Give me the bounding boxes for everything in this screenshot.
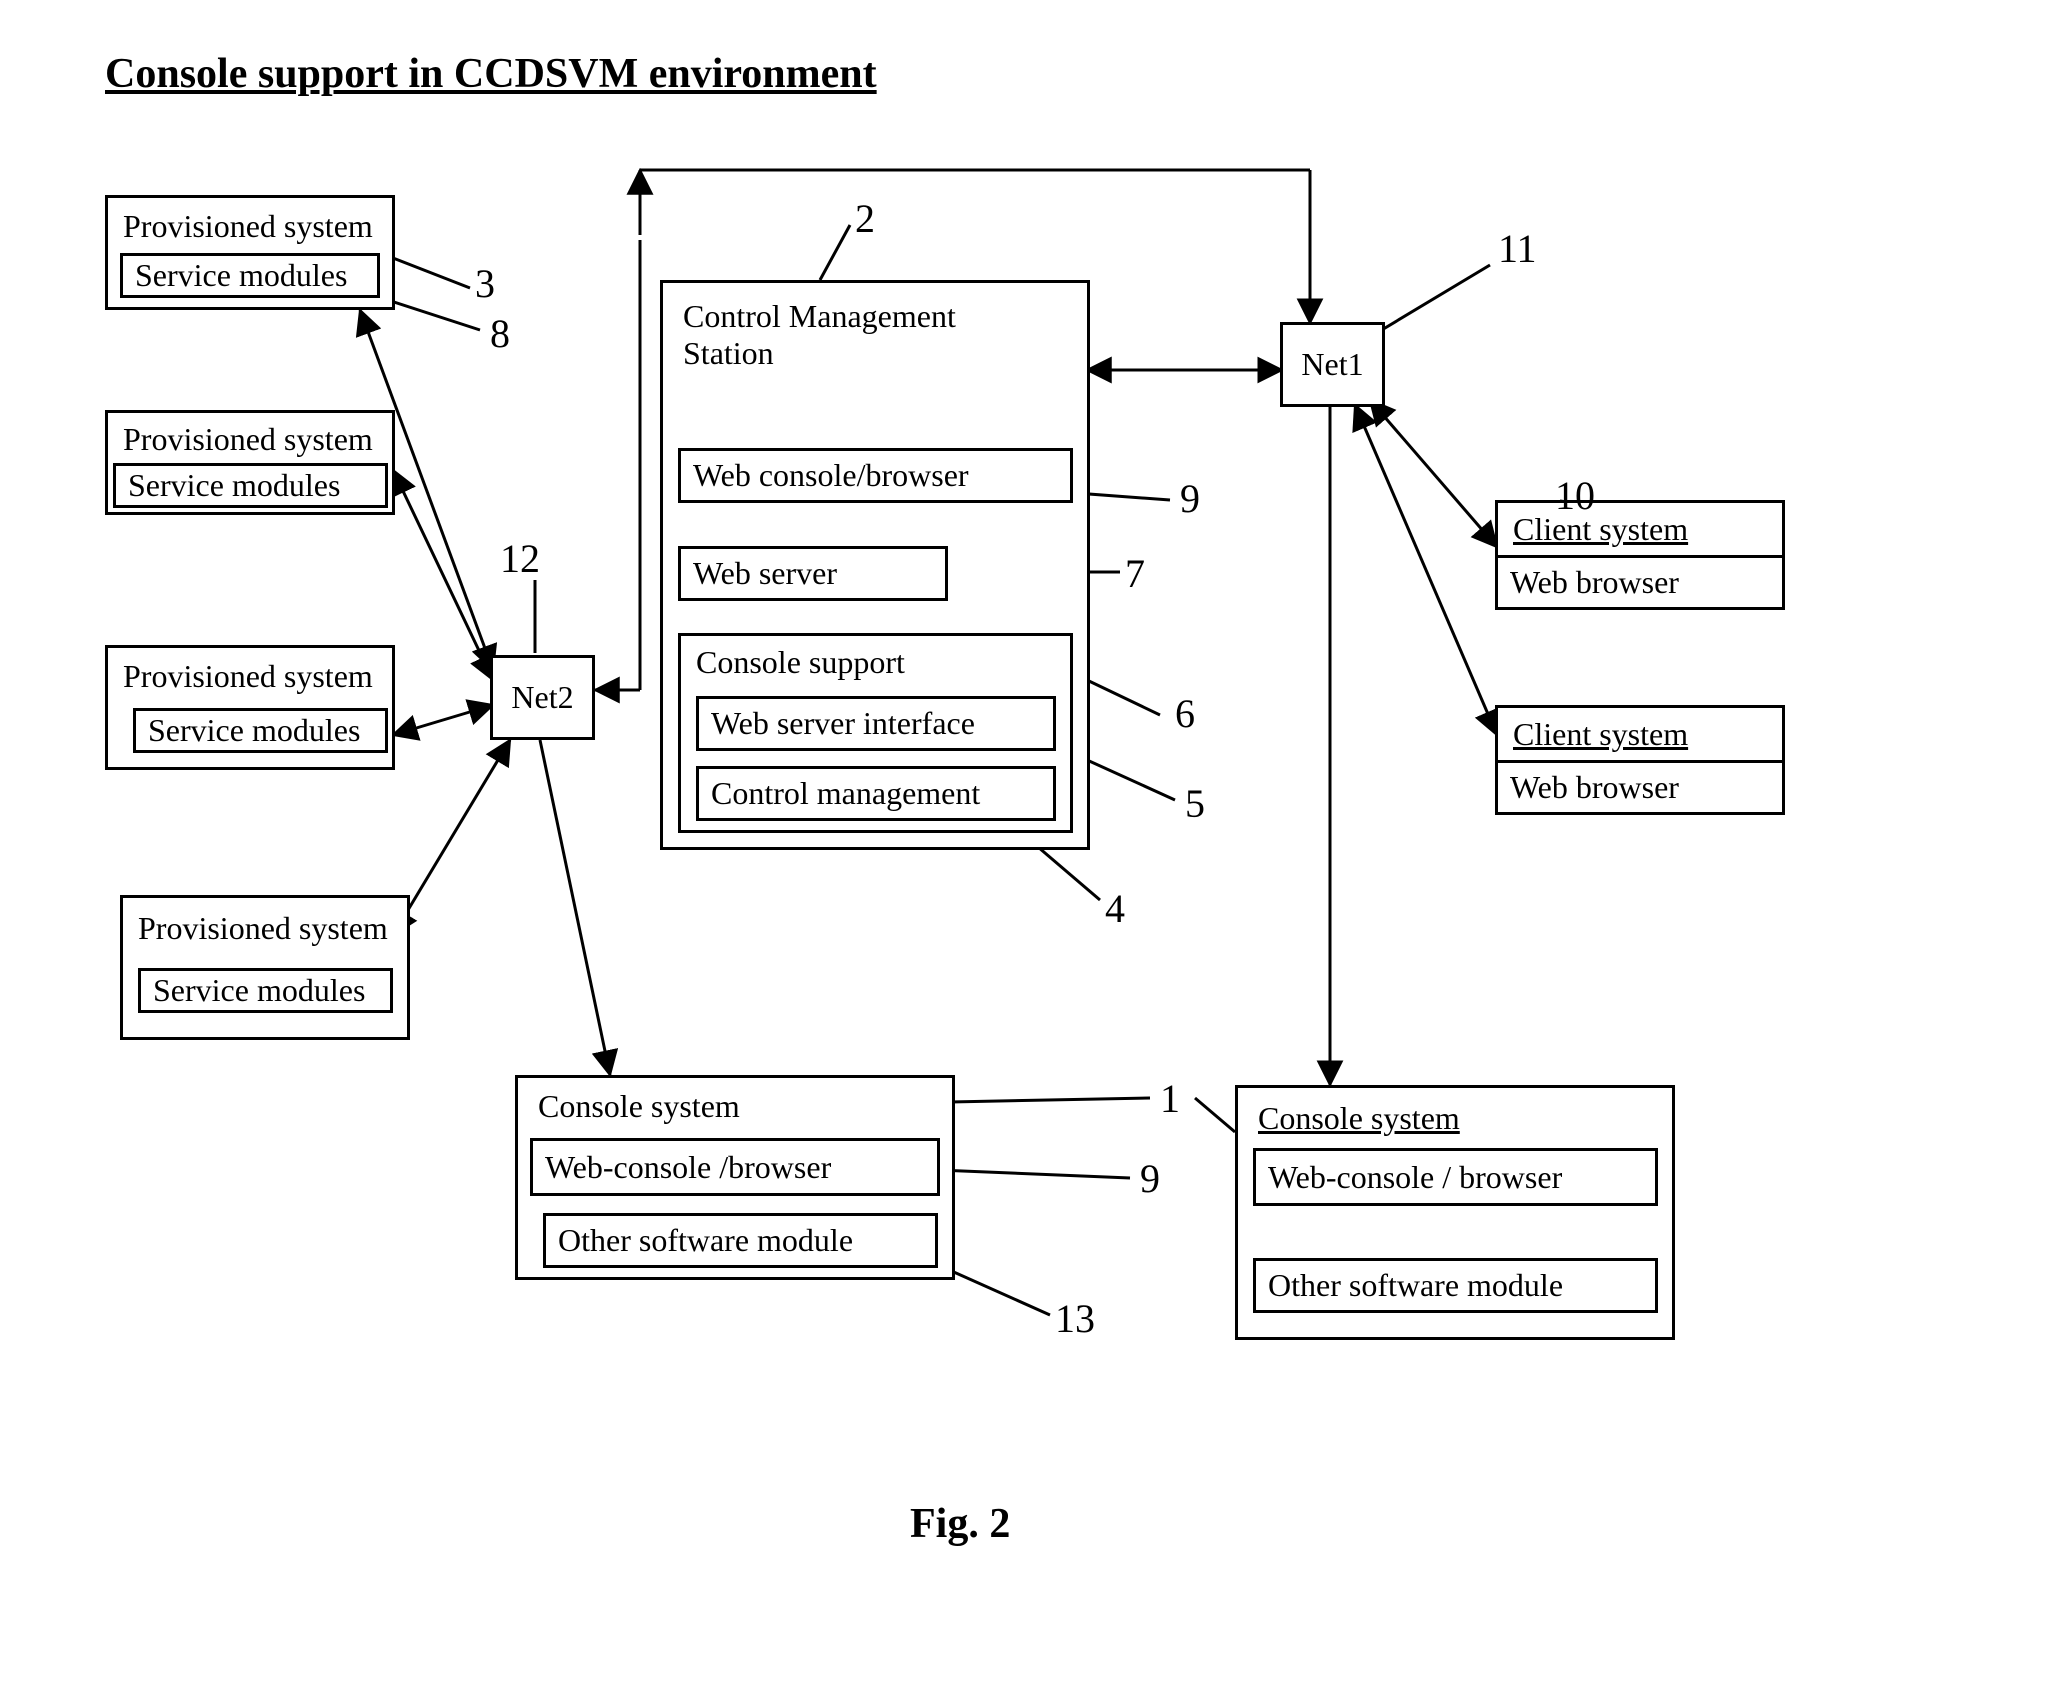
console-system-box: Console system Web-console /browser Othe… — [515, 1075, 955, 1280]
ref-4: 4 — [1105, 885, 1125, 932]
provisioned-system-box: Provisioned system Service modules — [105, 410, 395, 515]
ref-10: 10 — [1555, 472, 1595, 519]
provisioned-system-label: Provisioned system — [123, 208, 373, 245]
provisioned-system-box: Provisioned system Service modules — [120, 895, 410, 1040]
console-support-box: Console support Web server interface Con… — [678, 633, 1073, 833]
ref-11: 11 — [1498, 225, 1537, 272]
web-console-browser-box: Web-console /browser — [530, 1138, 940, 1196]
provisioned-system-box: Provisioned system Service modules — [105, 645, 395, 770]
net1-box: Net1 — [1280, 322, 1385, 407]
console-system-box: Console system Web-console / browser Oth… — [1235, 1085, 1675, 1340]
service-modules-box: Service modules — [113, 463, 388, 508]
ref-3: 3 — [475, 260, 495, 307]
provisioned-system-box: Provisioned system Service modules — [105, 195, 395, 310]
ref-1: 1 — [1160, 1075, 1180, 1122]
ref-9: 9 — [1180, 475, 1200, 522]
other-software-module-box: Other software module — [1253, 1258, 1658, 1313]
console-system-label: Console system — [538, 1088, 740, 1125]
web-server-interface-box: Web server interface — [696, 696, 1056, 751]
console-support-label: Console support — [696, 644, 905, 681]
web-browser-box: Web browser — [1498, 555, 1782, 607]
figure-caption: Fig. 2 — [910, 1500, 1010, 1548]
ref-7: 7 — [1125, 550, 1145, 597]
ref-5: 5 — [1185, 780, 1205, 827]
provisioned-system-label: Provisioned system — [123, 421, 373, 458]
other-software-module-box: Other software module — [543, 1213, 938, 1268]
net2-box: Net2 — [490, 655, 595, 740]
web-console-browser-box: Web console/browser — [678, 448, 1073, 503]
ref-9: 9 — [1140, 1155, 1160, 1202]
ref-12: 12 — [500, 535, 540, 582]
client-system-box: Client system Web browser — [1495, 500, 1785, 610]
service-modules-box: Service modules — [138, 968, 393, 1013]
web-console-browser-box: Web-console / browser — [1253, 1148, 1658, 1206]
provisioned-system-label: Provisioned system — [138, 910, 388, 947]
console-system-label: Console system — [1258, 1100, 1460, 1137]
client-system-label: Client system — [1513, 511, 1688, 548]
ref-8: 8 — [490, 310, 510, 357]
client-system-box: Client system Web browser — [1495, 705, 1785, 815]
ref-2: 2 — [855, 195, 875, 242]
cms-title: Control Management Station — [683, 298, 983, 372]
control-management-station-box: Control Management Station Web console/b… — [660, 280, 1090, 850]
service-modules-box: Service modules — [133, 708, 388, 753]
web-server-box: Web server — [678, 546, 948, 601]
client-system-label: Client system — [1513, 716, 1688, 753]
ref-13: 13 — [1055, 1295, 1095, 1342]
control-management-box: Control management — [696, 766, 1056, 821]
web-browser-box: Web browser — [1498, 760, 1782, 812]
provisioned-system-label: Provisioned system — [123, 658, 373, 695]
ref-6: 6 — [1175, 690, 1195, 737]
service-modules-box: Service modules — [120, 253, 380, 298]
